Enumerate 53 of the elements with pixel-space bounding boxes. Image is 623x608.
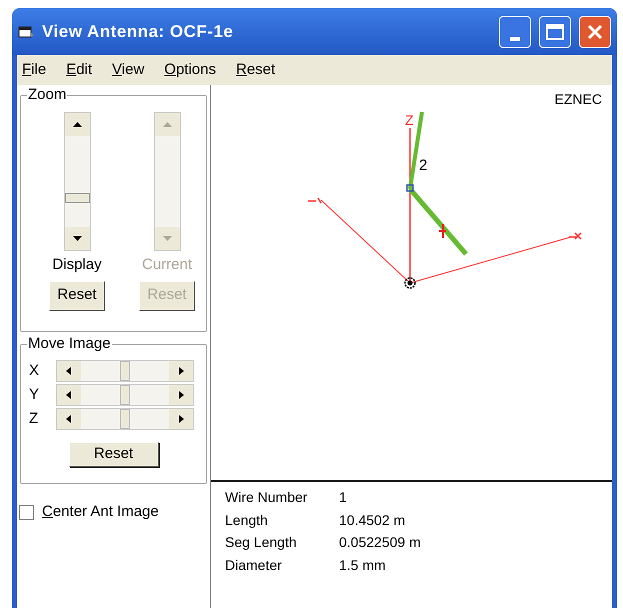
- scroll-thumb[interactable]: [120, 409, 130, 429]
- field-value: 1: [339, 488, 347, 507]
- scrollbar-label: Current: [142, 255, 192, 275]
- ground-origin-icon: [404, 277, 416, 289]
- scroll-thumb[interactable]: [120, 385, 130, 405]
- group-title: Move Image: [27, 335, 112, 353]
- close-button[interactable]: [579, 16, 611, 48]
- scroll-down-icon[interactable]: [64, 227, 90, 250]
- field-value: 0.0522509 m: [339, 533, 421, 552]
- scroll-left-icon[interactable]: [57, 409, 81, 429]
- field-label: Length: [225, 510, 269, 530]
- horizontal-scrollbar[interactable]: [56, 384, 194, 406]
- scroll-left-icon[interactable]: [57, 361, 81, 381]
- scroll-right-icon[interactable]: [169, 385, 193, 405]
- minimize-icon: [510, 36, 520, 40]
- menu-item[interactable]: Edit: [66, 58, 92, 82]
- menu-item[interactable]: Reset: [236, 58, 276, 82]
- wire-label: 2: [419, 157, 428, 174]
- window-title: View Antenna: OCF-1e: [42, 20, 234, 43]
- axis-label: Y: [29, 384, 40, 405]
- menu-item[interactable]: Options: [164, 58, 216, 82]
- vertical-scrollbar[interactable]: [64, 112, 90, 251]
- source-marker: [438, 223, 447, 239]
- horizontal-scrollbar[interactable]: [56, 360, 194, 382]
- scrollbar-label: Display: [52, 255, 102, 275]
- field-label: Diameter: [225, 556, 283, 574]
- field-label: Seg Length: [225, 533, 298, 552]
- axis-label: Z: [405, 112, 414, 128]
- scroll-thumb[interactable]: [64, 193, 90, 203]
- menu-item[interactable]: File: [22, 58, 46, 82]
- app-icon: [18, 24, 34, 38]
- axis-label: Z: [29, 408, 40, 429]
- scroll-thumb[interactable]: [120, 361, 130, 381]
- axis-label: X: [29, 360, 40, 381]
- horizontal-scrollbar[interactable]: [56, 408, 194, 430]
- field-label: Wire Number: [225, 488, 308, 507]
- reset-button[interactable]: Reset: [49, 280, 105, 310]
- checkbox[interactable]: [19, 504, 34, 520]
- maximize-button[interactable]: [539, 16, 571, 48]
- scroll-right-icon[interactable]: [169, 409, 193, 429]
- scroll-right-icon[interactable]: [169, 361, 193, 381]
- checkbox-label[interactable]: Center Ant Image: [42, 501, 159, 524]
- junction-marker: [406, 184, 414, 192]
- field-value: 10.4502 m: [339, 510, 406, 530]
- menu-item[interactable]: View: [112, 58, 144, 82]
- close-icon: [587, 24, 603, 40]
- brand-label: EZNEC: [554, 90, 602, 109]
- minimize-button[interactable]: [499, 16, 531, 48]
- reset-button[interactable]: Reset: [68, 442, 158, 467]
- scroll-up-icon[interactable]: [64, 113, 90, 136]
- maximize-icon: [546, 24, 564, 40]
- scroll-left-icon[interactable]: [57, 385, 81, 405]
- field-value: 1.5 mm: [339, 556, 386, 574]
